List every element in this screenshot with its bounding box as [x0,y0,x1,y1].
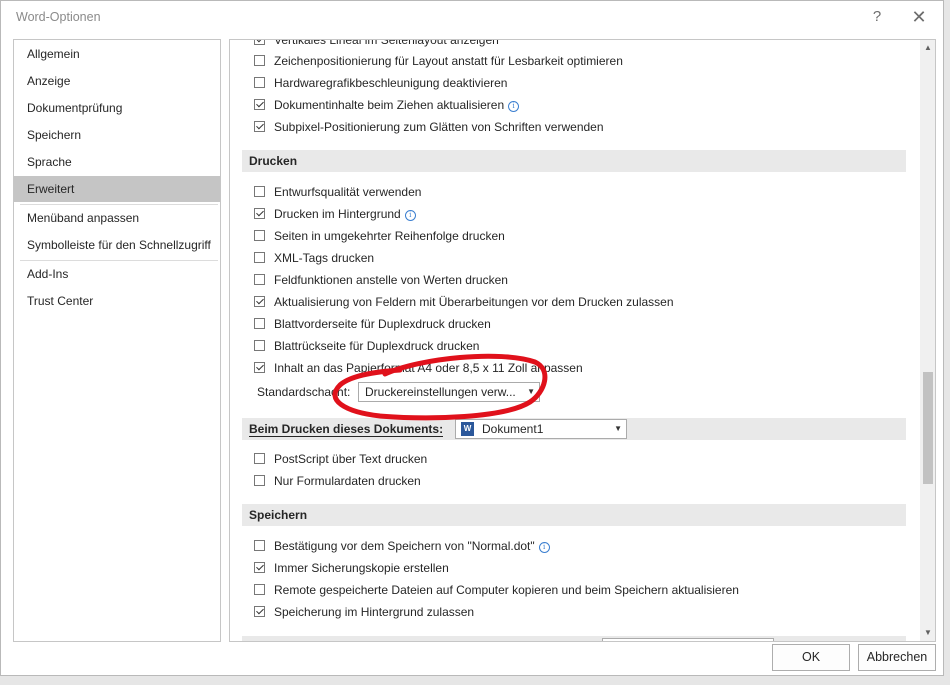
scroll-up-icon[interactable]: ▲ [920,40,935,56]
nav-item-add-ins[interactable]: Add-Ins [14,261,220,287]
checkbox[interactable] [254,274,265,285]
checkbox[interactable] [254,40,265,45]
chevron-down-icon: ▼ [527,387,535,396]
option-label: Subpixel-Positionierung zum Glätten von … [274,120,604,134]
nav-item-menueband-anpassen[interactable]: Menüband anpassen [14,205,220,231]
standardschacht-dropdown[interactable]: Druckereinstellungen verw... ▼ [358,382,540,402]
word-options-dialog: Word-Optionen ? ✕ Allgemein Anzeige Doku… [0,0,944,676]
nav-item-speichern[interactable]: Speichern [14,122,220,148]
option-label: Vertikales Lineal im Seitenlayout anzeig… [274,39,499,47]
checkbox[interactable] [254,362,265,373]
checkbox[interactable] [254,318,265,329]
option-label: Hardwaregrafikbeschleunigung deaktiviere… [274,76,508,90]
info-icon[interactable]: i [538,542,550,553]
checkbox[interactable] [254,540,265,551]
dialog-title: Word-Optionen [16,10,101,24]
option-label: XML-Tags drucken [274,251,375,265]
checkbox[interactable] [254,121,265,132]
checkbox[interactable] [254,562,265,573]
option-label: Aktualisierung von Feldern mit Überarbei… [274,295,674,309]
option-label: Drucken im Hintergrund i [274,204,416,224]
help-button[interactable]: ? [863,5,891,29]
nav-item-anzeige[interactable]: Anzeige [14,68,220,94]
nav-item-sprache[interactable]: Sprache [14,149,220,175]
chevron-down-icon: ▼ [614,424,622,433]
options-navigation: Allgemein Anzeige Dokumentprüfung Speich… [13,39,221,642]
info-icon[interactable]: i [404,210,416,221]
option-label: Dokumentinhalte beim Ziehen aktualisiere… [274,95,520,115]
checkbox[interactable] [254,296,265,307]
section-header-speichern: Speichern [242,504,906,526]
section-header-partial [242,636,906,641]
checkbox[interactable] [254,584,265,595]
option-label: Seiten in umgekehrter Reihenfolge drucke… [274,229,505,243]
checkbox[interactable] [254,252,265,263]
checkbox[interactable] [254,186,265,197]
checkbox[interactable] [254,230,265,241]
nav-item-trust-center[interactable]: Trust Center [14,288,220,314]
checkbox[interactable] [254,208,265,219]
info-icon[interactable]: i [508,101,520,112]
vertical-scrollbar[interactable]: ▲ ▼ [920,40,935,641]
option-label: Entwurfsqualität verwenden [274,185,422,199]
option-label: Remote gespeicherte Dateien auf Computer… [274,583,739,597]
option-label: Bestätigung vor dem Speichern von "Norma… [274,536,550,556]
option-label: Nur Formulardaten drucken [274,474,421,488]
nav-item-erweitert[interactable]: Erweitert [14,176,220,202]
checkbox[interactable] [254,55,265,66]
checkbox[interactable] [254,340,265,351]
option-label: PostScript über Text drucken [274,452,428,466]
ok-button[interactable]: OK [772,644,850,671]
scrollbar-thumb[interactable] [923,372,933,484]
cancel-button[interactable]: Abbrechen [858,644,936,671]
dropdown-value: Druckereinstellungen verw... [365,385,516,399]
option-label: Zeichenpositionierung für Layout anstatt… [274,54,623,68]
checkbox[interactable] [254,453,265,464]
partial-dropdown[interactable] [602,638,774,641]
option-label: Blattrückseite für Duplexdruck drucken [274,339,480,353]
dropdown-value: Dokument1 [482,422,544,436]
scroll-down-icon[interactable]: ▼ [920,625,935,641]
word-document-icon: W [461,422,474,436]
section-title: Beim Drucken dieses Dokuments: [249,422,444,437]
nav-item-allgemein[interactable]: Allgemein [14,41,220,67]
section-header-drucken: Drucken [242,150,906,172]
nav-item-schnellzugriff[interactable]: Symbolleiste für den Schnellzugriff [14,232,220,258]
title-bar: Word-Optionen ? ✕ [1,1,943,33]
option-label: Feldfunktionen anstelle von Werten druck… [274,273,508,287]
checkbox[interactable] [254,475,265,486]
option-label: Immer Sicherungskopie erstellen [274,561,449,575]
checkbox[interactable] [254,99,265,110]
option-label: Blattvorderseite für Duplexdruck drucken [274,317,491,331]
nav-item-dokumentpruefung[interactable]: Dokumentprüfung [14,95,220,121]
option-label: Inhalt an das Papierformat A4 oder 8,5 x… [274,361,583,375]
standardschacht-label: Standardschacht: [257,385,351,399]
document-dropdown[interactable]: W Dokument1 ▼ [455,419,627,439]
checkbox[interactable] [254,606,265,617]
advanced-options-panel: Vertikales Lineal im Seitenlayout anzeig… [229,39,936,642]
checkbox[interactable] [254,77,265,88]
close-button[interactable]: ✕ [905,5,933,29]
option-label: Speicherung im Hintergrund zulassen [274,605,475,619]
